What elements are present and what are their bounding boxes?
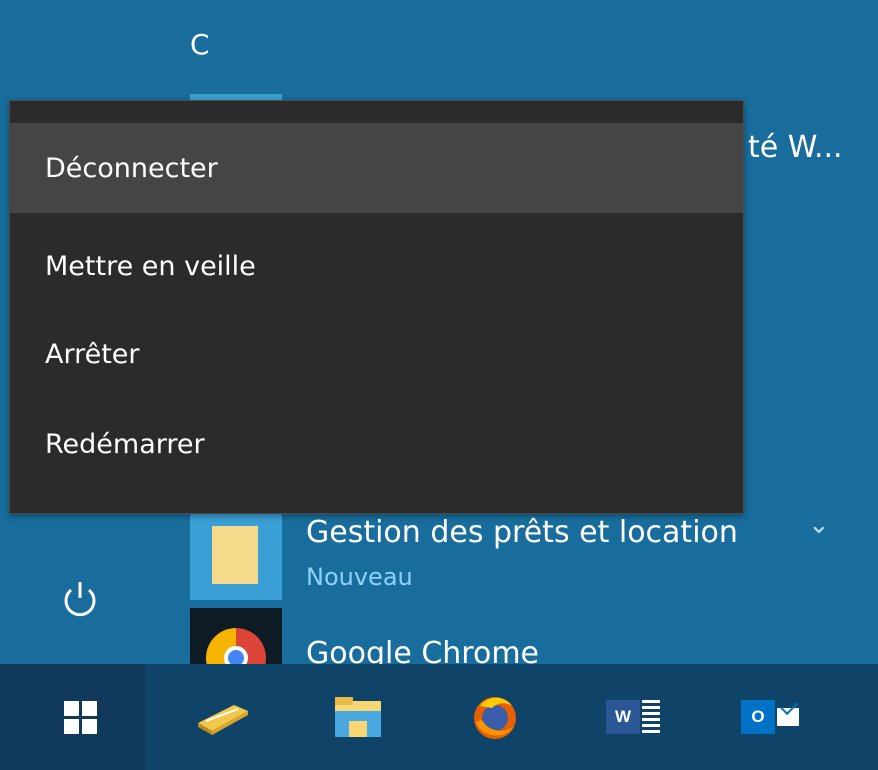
power-icon: [64, 582, 96, 617]
outlook-icon: O: [741, 700, 799, 734]
gestion-app-tile[interactable]: [190, 508, 282, 600]
menu-item-mettre-en-veille[interactable]: Mettre en veille: [10, 221, 743, 311]
word-letter: W: [606, 700, 640, 734]
menu-item-label: Mettre en veille: [45, 250, 256, 282]
word-doc-lines: [642, 700, 660, 734]
menu-item-label: Arrêter: [45, 338, 140, 370]
word-icon: W: [606, 700, 660, 734]
app-name-gestion[interactable]: Gestion des prêts et location: [306, 515, 738, 550]
envelope-icon: [777, 708, 799, 726]
menu-item-label: Déconnecter: [45, 152, 218, 184]
taskbar-word-button[interactable]: W: [601, 685, 665, 749]
power-options-menu: Déconnecter Mettre en veille Arrêter Red…: [9, 100, 744, 514]
chevron-down-icon[interactable]: ⌄: [808, 510, 830, 540]
menu-item-deconnecter[interactable]: Déconnecter: [10, 123, 743, 213]
taskbar-firefox-button[interactable]: [463, 685, 527, 749]
taskbar-outlook-button[interactable]: O: [738, 685, 802, 749]
power-button[interactable]: [52, 572, 108, 628]
truncated-app-label: té W...: [748, 130, 843, 165]
windows-icon: [63, 700, 97, 734]
firefox-icon: [474, 697, 516, 739]
taskbar-file-explorer-button[interactable]: [326, 685, 390, 749]
new-badge: Nouveau: [306, 563, 413, 591]
section-letter-header[interactable]: C: [190, 28, 210, 61]
taskbar-scanner-button[interactable]: [190, 685, 254, 749]
document-icon: [212, 526, 258, 584]
outlook-letter: O: [741, 700, 775, 734]
scanner-icon: [198, 705, 248, 735]
menu-item-arreter[interactable]: Arrêter: [10, 309, 743, 399]
folder-icon: [335, 697, 381, 737]
start-button[interactable]: [48, 685, 112, 749]
menu-item-redemarrer[interactable]: Redémarrer: [10, 399, 743, 489]
menu-item-label: Redémarrer: [45, 428, 205, 460]
